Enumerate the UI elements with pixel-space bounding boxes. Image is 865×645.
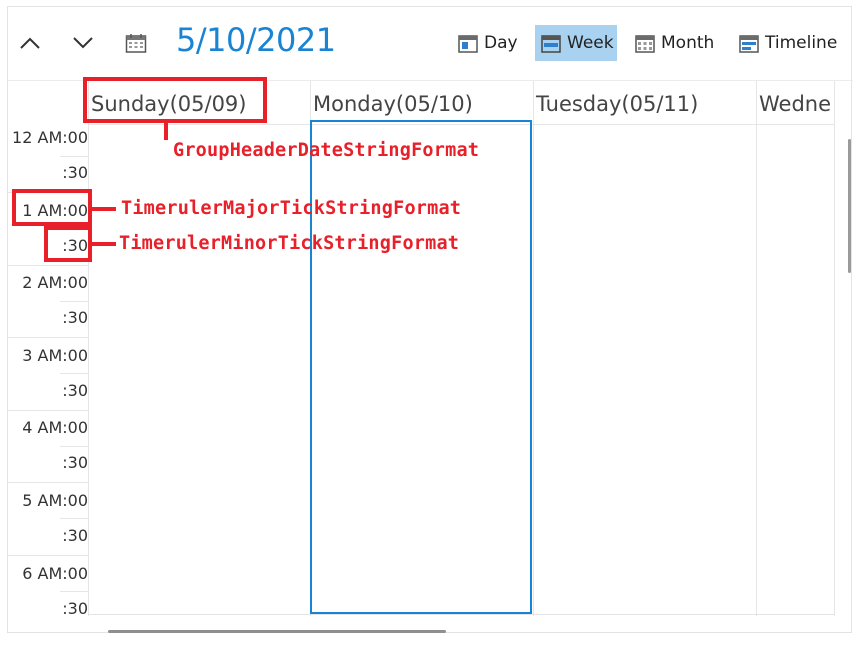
calendar-timeline-icon [739,34,759,53]
current-date-title[interactable]: 5/10/2021 [176,21,336,59]
time-ruler-minor-tick: :30 [62,308,88,327]
view-button-timeline[interactable]: Timeline [733,25,843,61]
time-ruler-major-tick: 4 AM:00 [22,418,88,437]
grid-bottom-border [88,614,835,615]
day-header-monday[interactable]: Monday(05/10) [311,83,533,125]
annotation-minor-tick-label: TimerulerMinorTickStringFormat [119,233,460,254]
annotation-box-group-header [83,77,267,123]
view-button-week[interactable]: Week [535,25,617,61]
calendar-day-icon [458,34,478,53]
calendar-month-icon [635,34,655,53]
hour-line [8,410,88,411]
selected-day-column[interactable] [310,120,532,614]
date-picker-button[interactable] [122,29,150,57]
calendar-icon [125,34,147,53]
scheduler-toolbar: 5/10/2021 Day Week Month Timeline [8,7,853,81]
calendar-week-icon [541,34,561,53]
day-header-wednesday[interactable]: Wedne [757,83,834,125]
view-button-week-label: Week [567,33,614,53]
chevron-down-icon [73,37,93,49]
chevron-up-icon [20,37,40,49]
half-hour-line [60,446,88,447]
time-ruler-major-tick: 6 AM:00 [22,564,88,583]
hour-line [8,555,88,556]
horizontal-scrollbar[interactable] [108,630,446,633]
view-button-timeline-label: Timeline [765,33,838,53]
hour-line [8,482,88,483]
annotation-connector [92,207,116,211]
previous-button[interactable] [16,29,44,57]
view-button-month-label: Month [661,33,715,53]
annotation-group-header-label: GroupHeaderDateStringFormat [173,140,480,161]
annotation-major-tick-label: TimerulerMajorTickStringFormat [121,198,462,219]
annotation-box-major-tick [12,189,92,226]
hour-line [8,265,88,266]
annotation-box-minor-tick [44,226,92,262]
view-button-day[interactable]: Day [452,25,524,61]
time-ruler-minor-tick: :30 [62,453,88,472]
time-ruler-major-tick: 3 AM:00 [22,346,88,365]
next-button[interactable] [69,29,97,57]
time-ruler-major-tick: 12 AM:00 [12,128,88,147]
half-hour-line [60,301,88,302]
view-button-day-label: Day [484,33,518,53]
time-ruler-major-tick: 5 AM:00 [22,491,88,510]
day-header-tuesday[interactable]: Tuesday(05/11) [534,83,756,125]
view-button-month[interactable]: Month [629,25,720,61]
vertical-scrollbar[interactable] [848,139,851,273]
annotation-connector [92,242,116,246]
time-ruler-minor-tick: :30 [62,163,88,182]
half-hour-line [60,373,88,374]
half-hour-line [60,518,88,519]
half-hour-line [60,156,88,157]
half-hour-line [60,591,88,592]
time-ruler-minor-tick: :30 [62,599,88,615]
annotation-connector [164,123,168,140]
time-ruler-minor-tick: :30 [62,381,88,400]
time-ruler-minor-tick: :30 [62,526,88,545]
hour-line [8,337,88,338]
time-ruler-major-tick: 2 AM:00 [22,273,88,292]
